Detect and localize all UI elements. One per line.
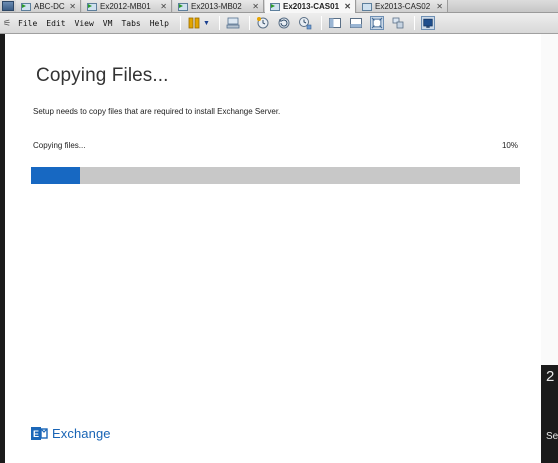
toolbar-separator bbox=[218, 16, 220, 30]
close-tab-icon[interactable]: ✕ bbox=[344, 2, 351, 11]
close-tab-icon[interactable]: ✕ bbox=[69, 2, 76, 11]
full-screen-icon[interactable] bbox=[369, 16, 384, 30]
vm-powered-on-icon bbox=[270, 3, 280, 11]
close-tab-icon[interactable]: ✕ bbox=[160, 2, 167, 11]
power-dropdown-icon[interactable]: ▼ bbox=[203, 20, 210, 27]
snapshot-icon[interactable] bbox=[256, 16, 270, 30]
toolbar-separator bbox=[413, 16, 415, 30]
guest-console[interactable]: 2 Se Copying Files... Setup needs to cop… bbox=[0, 34, 558, 463]
page-title: Copying Files... bbox=[36, 65, 169, 86]
unity-icon[interactable] bbox=[391, 16, 405, 30]
close-tab-icon[interactable]: ✕ bbox=[436, 2, 443, 11]
menu-file[interactable]: File bbox=[18, 13, 37, 34]
vm-powered-on-icon bbox=[87, 2, 97, 11]
menu-vm[interactable]: VM bbox=[103, 13, 113, 34]
menu-view[interactable]: View bbox=[75, 13, 94, 34]
menu-edit[interactable]: Edit bbox=[46, 13, 65, 34]
snapshot-manager-icon[interactable] bbox=[298, 16, 312, 30]
tab-ex2013-cas01[interactable]: Ex2013-CAS01 ✕ bbox=[265, 0, 356, 13]
menu-toolbar: ⚟ File Edit View VM Tabs Help ▼ bbox=[0, 13, 558, 34]
close-tab-icon[interactable]: ✕ bbox=[252, 2, 259, 11]
toolbar-separator bbox=[179, 16, 181, 30]
vm-powered-off-icon bbox=[362, 2, 372, 11]
progress-bar-fill bbox=[31, 167, 80, 184]
toolbar-grip-icon[interactable]: ⚟ bbox=[3, 17, 13, 30]
exchange-logo: E Exchange bbox=[31, 425, 111, 441]
guest-edge-digit: 2 bbox=[546, 368, 555, 385]
exchange-logo-text: Exchange bbox=[52, 425, 111, 441]
console-view-icon[interactable] bbox=[420, 16, 435, 30]
progress-bar bbox=[31, 167, 520, 184]
svg-text:E: E bbox=[33, 429, 39, 439]
tab-ex2013-mb02[interactable]: Ex2013-MB02 ✕ bbox=[173, 0, 264, 12]
guest-edge-text: Se bbox=[546, 431, 558, 442]
tab-ex2013-cas02[interactable]: Ex2013-CAS02 ✕ bbox=[357, 0, 448, 12]
thumbnail-bar-icon[interactable] bbox=[349, 16, 363, 30]
toolbar-separator bbox=[320, 16, 322, 30]
pause-icon[interactable] bbox=[187, 16, 201, 30]
vmware-workstation-window: ABC-DC ✕ Ex2012-MB01 ✕ Ex2013-MB02 ✕ Ex2… bbox=[0, 0, 558, 463]
revert-snapshot-icon[interactable] bbox=[277, 16, 291, 30]
sidebar-toggle-icon[interactable] bbox=[328, 16, 342, 30]
tab-label: Ex2012-MB01 bbox=[100, 1, 151, 11]
progress-label: Copying files... bbox=[33, 141, 86, 150]
tab-label: ABC-DC bbox=[34, 1, 65, 11]
connect-network-icon[interactable] bbox=[226, 16, 240, 30]
menu-tabs[interactable]: Tabs bbox=[121, 13, 140, 34]
tab-abc-dc[interactable]: ABC-DC ✕ bbox=[16, 0, 81, 12]
vm-powered-on-icon bbox=[21, 2, 31, 11]
vm-tab-bar: ABC-DC ✕ Ex2012-MB01 ✕ Ex2013-MB02 ✕ Ex2… bbox=[0, 0, 558, 13]
home-tab-icon[interactable] bbox=[2, 1, 14, 11]
guest-desktop-strip bbox=[541, 34, 558, 365]
toolbar-separator bbox=[248, 16, 250, 30]
tab-label: Ex2013-CAS02 bbox=[375, 1, 431, 11]
menu-help[interactable]: Help bbox=[150, 13, 169, 34]
tab-label: Ex2013-CAS01 bbox=[283, 2, 340, 11]
tab-label: Ex2013-MB02 bbox=[191, 1, 242, 11]
progress-percent: 10% bbox=[501, 141, 518, 150]
setup-description: Setup needs to copy files that are requi… bbox=[33, 107, 281, 116]
exchange-logo-icon: E bbox=[31, 426, 48, 440]
tab-ex2012-mb01[interactable]: Ex2012-MB01 ✕ bbox=[82, 0, 172, 12]
exchange-setup-window: Copying Files... Setup needs to copy fil… bbox=[5, 34, 541, 463]
vm-powered-on-icon bbox=[178, 2, 188, 11]
